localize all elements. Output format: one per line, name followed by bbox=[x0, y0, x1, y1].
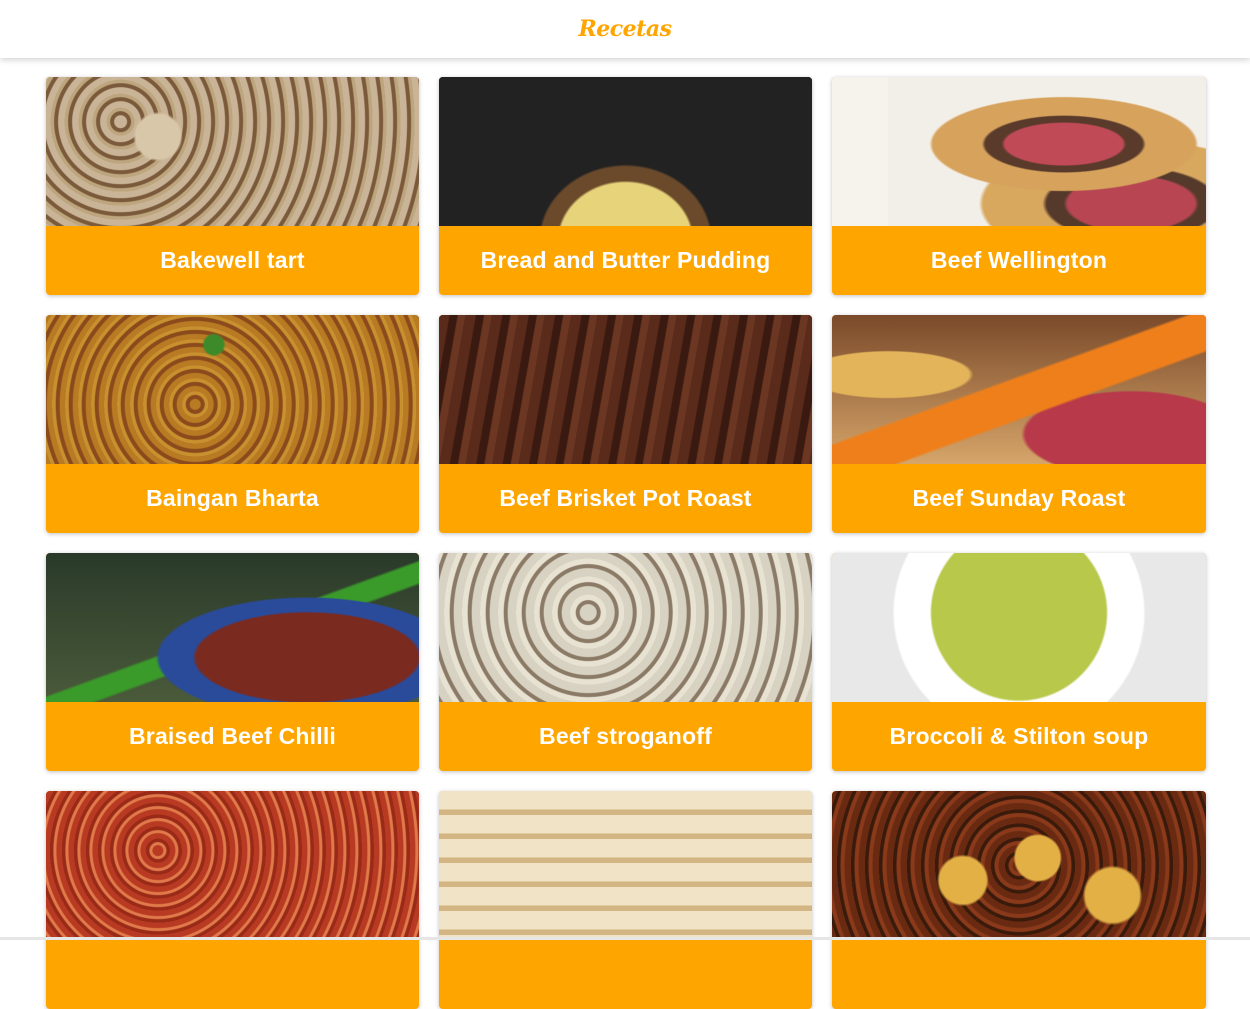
recipe-image bbox=[46, 791, 419, 940]
recipe-card[interactable]: Beef Brisket Pot Roast bbox=[439, 315, 812, 533]
brand-logo[interactable]: Recetas bbox=[579, 16, 672, 42]
recipe-image bbox=[832, 77, 1206, 226]
recipe-card[interactable]: Beef stroganoff bbox=[439, 553, 812, 771]
recipe-title: Bread and Butter Pudding bbox=[480, 247, 771, 273]
recipe-title: Broccoli & Stilton soup bbox=[889, 723, 1149, 749]
recipe-card[interactable]: Beef Wellington bbox=[832, 77, 1206, 295]
recipe-image bbox=[832, 553, 1206, 702]
recipe-image bbox=[439, 553, 812, 702]
recipe-card[interactable] bbox=[832, 791, 1206, 1009]
recipe-card[interactable] bbox=[439, 791, 812, 1009]
recipe-title: Beef Sunday Roast bbox=[912, 485, 1126, 511]
recipe-image bbox=[832, 315, 1206, 464]
recipe-card[interactable]: Bakewell tart bbox=[46, 77, 419, 295]
recipe-card[interactable]: Baingan Bharta bbox=[46, 315, 419, 533]
recipe-image bbox=[439, 315, 812, 464]
recipe-card[interactable]: Braised Beef Chilli bbox=[46, 553, 419, 771]
recipe-image bbox=[832, 791, 1206, 940]
recipe-image bbox=[439, 791, 812, 940]
recipe-image bbox=[46, 77, 419, 226]
recipe-image bbox=[439, 77, 812, 226]
recipe-image bbox=[46, 315, 419, 464]
recipe-title: Beef stroganoff bbox=[539, 723, 712, 749]
recipe-card[interactable]: Broccoli & Stilton soup bbox=[832, 553, 1206, 771]
recipe-grid: Bakewell tart Bread and Butter Pudding B… bbox=[46, 77, 1206, 1009]
recipe-title: Beef Brisket Pot Roast bbox=[499, 485, 752, 511]
recipe-image bbox=[46, 553, 419, 702]
recipe-title: Braised Beef Chilli bbox=[128, 723, 337, 749]
recipe-card[interactable] bbox=[46, 791, 419, 1009]
recipe-title: Bakewell tart bbox=[160, 247, 305, 273]
recipe-title: Beef Wellington bbox=[930, 247, 1108, 273]
recipe-card[interactable]: Bread and Butter Pudding bbox=[439, 77, 812, 295]
app-header: Recetas bbox=[0, 0, 1250, 58]
recipe-title: Baingan Bharta bbox=[146, 485, 319, 511]
recipe-card[interactable]: Beef Sunday Roast bbox=[832, 315, 1206, 533]
